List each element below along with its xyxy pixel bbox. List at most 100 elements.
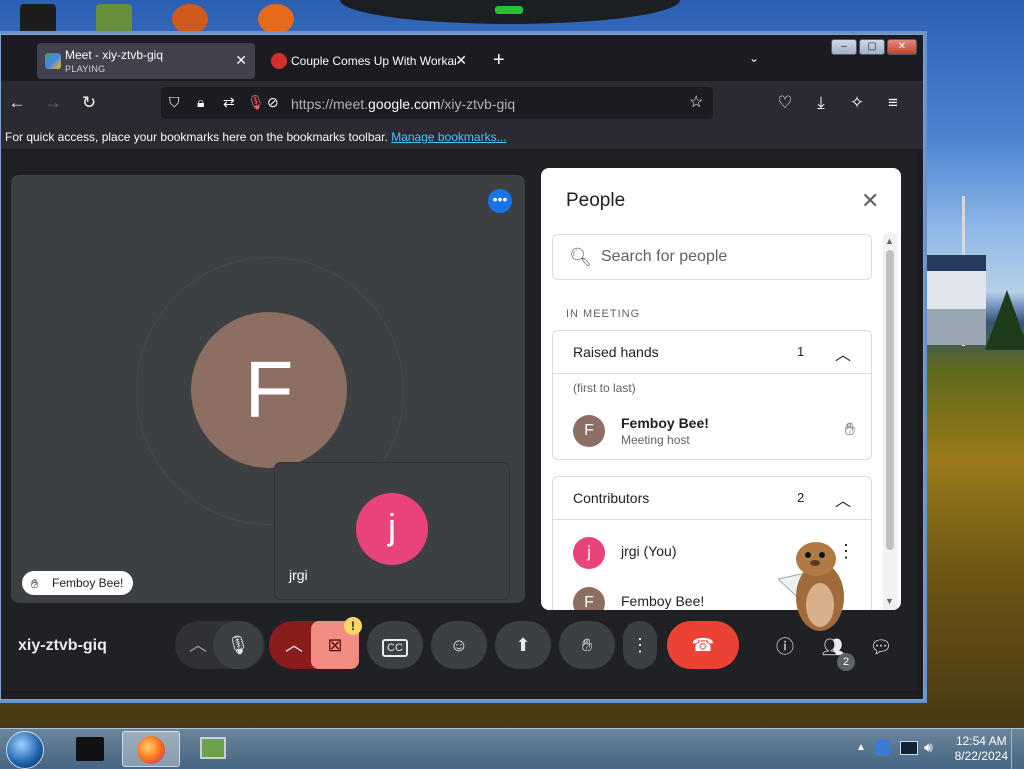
scroll-up-icon[interactable]: ▲	[885, 236, 894, 246]
minimize-button[interactable]: –	[831, 39, 857, 55]
meeting-code: xiy-ztvb-giq	[18, 637, 107, 654]
camera-warning-badge: !	[344, 617, 362, 635]
group-count: 1	[797, 344, 805, 359]
menu-icon[interactable]: ≡	[883, 93, 903, 113]
pocket-icon[interactable]: ♡	[775, 93, 795, 113]
permissions-icon[interactable]: ⇄	[223, 94, 235, 111]
raised-hands-group: Raised hands 1 ︿ (first to last) F Fembo…	[552, 330, 872, 460]
list-tabs-icon[interactable]: ⌄	[749, 51, 759, 65]
search-icon: 🔍︎	[569, 247, 592, 267]
present-screen-icon: ⬆︎	[515, 635, 531, 655]
maximize-button[interactable]: ▢	[859, 39, 885, 55]
volume-icon[interactable]: 🔊︎	[924, 739, 933, 756]
reload-icon[interactable]: ↻	[79, 93, 99, 113]
search-input[interactable]	[599, 247, 863, 267]
person-role: Meeting host	[621, 433, 690, 447]
raise-hand-button[interactable]: ✋︎	[559, 621, 615, 669]
wallpaper-house	[926, 255, 986, 345]
group-count: 2	[797, 490, 805, 505]
new-tab-button[interactable]: +	[493, 49, 505, 72]
more-options-button[interactable]: ⋮	[623, 621, 657, 669]
captions-button[interactable]: CC	[367, 621, 423, 669]
microphone-blocked-icon[interactable]: 🎙︎	[247, 94, 265, 111]
desktop-icon-folder[interactable]	[96, 4, 132, 34]
person-avatar: F	[573, 587, 605, 610]
desktop-icon-recycle[interactable]	[20, 4, 56, 34]
camera-off-icon: ⊠	[327, 635, 343, 655]
self-video-tile[interactable]: j jrgi	[275, 463, 509, 599]
chevron-up-icon[interactable]: ︿	[835, 341, 851, 365]
participant-avatar: F	[191, 312, 347, 468]
people-search[interactable]: 🔍︎	[552, 234, 872, 280]
back-icon[interactable]: ←	[7, 93, 27, 113]
desktop-icon-firefox[interactable]	[172, 4, 208, 34]
tab-news[interactable]: Couple Comes Up With Workaround ✕	[263, 43, 475, 79]
self-avatar: j	[356, 493, 428, 565]
scroll-thumb[interactable]	[886, 250, 894, 550]
people-panel-title: People	[566, 190, 626, 211]
closed-captions-icon: CC	[382, 639, 408, 657]
desktop-mascot-hamster[interactable]	[778, 535, 846, 635]
monitor-icon	[200, 737, 226, 759]
raise-hand-icon: ✋︎	[581, 635, 593, 655]
bookmark-star-icon[interactable]: ☆	[689, 92, 703, 112]
hang-up-icon: ☎︎	[691, 635, 715, 655]
person-avatar: F	[573, 415, 605, 447]
raised-hand-icon: ✋︎	[31, 576, 39, 591]
clock-date: 8/22/2024	[954, 749, 1008, 763]
manage-bookmarks-link[interactable]: Manage bookmarks...	[391, 130, 506, 144]
raised-hands-header[interactable]: Raised hands 1 ︿	[553, 331, 871, 374]
forward-icon[interactable]: →	[43, 93, 63, 113]
more-vert-icon: ⋮	[631, 635, 649, 655]
tray-app-icon[interactable]	[876, 740, 890, 756]
self-name: jrgi	[289, 567, 308, 583]
scroll-down-icon[interactable]: ▼	[885, 596, 894, 606]
url-text: https://meet.google.com/xiy-ztvb-giq	[291, 96, 516, 112]
url-bar[interactable]: ⛉ 🔒︎ ⇄ 🎙︎ ⊘ https://meet.google.com/xiy-…	[161, 87, 713, 119]
tab-title: Couple Comes Up With Workaround	[291, 54, 456, 68]
wallpaper-tree	[985, 290, 1024, 350]
reactions-button[interactable]: ☺︎	[431, 621, 487, 669]
tab-title: Meet - xiy-ztvb-giq	[65, 48, 164, 62]
lower-hand-icon[interactable]: ✋︎	[845, 419, 855, 440]
taskbar-app-monitor[interactable]	[184, 731, 242, 767]
taskbar-app-firefox[interactable]	[122, 731, 180, 767]
tab-meet[interactable]: Meet - xiy-ztvb-giq PLAYING ✕	[37, 43, 255, 79]
leave-call-button[interactable]: ☎︎	[667, 621, 739, 669]
show-desktop-button[interactable]	[1011, 729, 1024, 769]
clock[interactable]: 12:54 AM 8/22/2024	[955, 734, 1008, 764]
close-tab-icon[interactable]: ✕	[235, 52, 247, 69]
chat-icon[interactable]: 💬︎	[869, 635, 893, 659]
top-widget-indicator	[495, 6, 523, 14]
desktop-icon-app[interactable]	[258, 4, 294, 34]
microphone-button[interactable]: 🎙︎	[213, 621, 263, 669]
downloads-icon[interactable]: ⤓	[811, 93, 831, 113]
network-icon[interactable]	[900, 741, 918, 755]
close-panel-icon[interactable]: ✕	[861, 188, 879, 214]
panel-scrollbar[interactable]: ▲ ▼	[883, 234, 897, 610]
participant-name-chip: ✋︎ Femboy Bee!	[22, 571, 134, 595]
chevron-up-icon[interactable]: ︿	[835, 487, 851, 511]
person-name: Femboy Bee!	[621, 593, 705, 609]
list-item[interactable]: F Femboy Bee! Meeting host ✋︎	[573, 413, 863, 449]
start-button[interactable]	[6, 731, 44, 769]
shield-icon[interactable]: ⛉	[169, 94, 180, 111]
bookmarks-toolbar: For quick access, place your bookmarks h…	[1, 125, 923, 149]
lock-icon[interactable]: 🔒︎	[197, 94, 204, 111]
chevron-up-icon: ︿	[189, 635, 207, 655]
more-options-icon[interactable]: •••	[488, 189, 512, 213]
taskbar: ▲ 🔊︎ 12:54 AM 8/22/2024	[0, 728, 1024, 769]
contributors-header[interactable]: Contributors 2 ︿	[553, 477, 871, 520]
meeting-details-icon[interactable]: ⓘ	[773, 635, 797, 659]
extensions-icon[interactable]: ✧	[847, 93, 867, 113]
close-tab-icon[interactable]: ✕	[455, 52, 467, 69]
taskbar-app-terminal[interactable]	[62, 731, 120, 767]
tray-expand-icon[interactable]: ▲	[856, 742, 866, 753]
news-favicon-icon	[271, 53, 287, 69]
window-controls: – ▢ ✕	[831, 39, 917, 55]
camera-blocked-icon[interactable]: ⊘	[267, 94, 279, 111]
tab-bar: Meet - xiy-ztvb-giq PLAYING ✕ Couple Com…	[1, 35, 923, 81]
emoji-icon: ☺︎	[449, 635, 469, 655]
window-close-button[interactable]: ✕	[887, 39, 917, 55]
present-button[interactable]: ⬆︎	[495, 621, 551, 669]
